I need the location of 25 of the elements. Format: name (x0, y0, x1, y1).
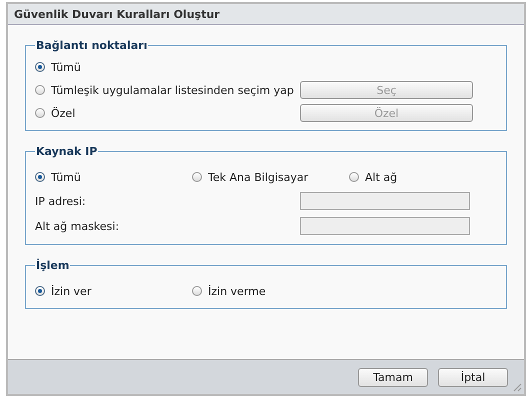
resize-grip-icon[interactable] (513, 383, 522, 392)
dialog-button[interactable]: İptal (438, 368, 508, 386)
group-legend: Kaynak IP (35, 145, 98, 158)
radio-icon[interactable] (35, 62, 45, 72)
radio-icon[interactable] (192, 172, 202, 182)
radio-option[interactable]: Tümü (35, 60, 300, 74)
radio-option[interactable]: İzin ver (35, 284, 192, 298)
radio-option[interactable]: Alt ağ (349, 170, 398, 184)
radio-option[interactable]: Özel (35, 106, 300, 120)
group-legend: Bağlantı noktaları (35, 39, 148, 52)
field-label: IP adresi: (35, 194, 87, 208)
radio-option[interactable]: Tümleşik uygulamalar listesinden seçim yap (35, 84, 300, 96)
radio-option[interactable]: İzin verme (192, 284, 266, 298)
radio-icon[interactable] (192, 286, 202, 296)
radio-option[interactable]: Tek Ana Bilgisayar (192, 170, 349, 184)
radio-icon[interactable] (35, 85, 45, 95)
radio-icon[interactable] (35, 286, 45, 296)
window-title: Güvenlik Duvarı Kuralları Oluştur (14, 8, 220, 20)
dialog-button[interactable]: Tamam (358, 368, 428, 386)
field-label: Alt ağ maskesi: (35, 220, 120, 232)
radio-icon[interactable] (349, 172, 359, 182)
radio-icon[interactable] (35, 108, 45, 118)
radio-option[interactable]: Tümü (35, 170, 192, 184)
radio-icon[interactable] (35, 172, 45, 182)
group-legend: İşlem (35, 259, 70, 272)
